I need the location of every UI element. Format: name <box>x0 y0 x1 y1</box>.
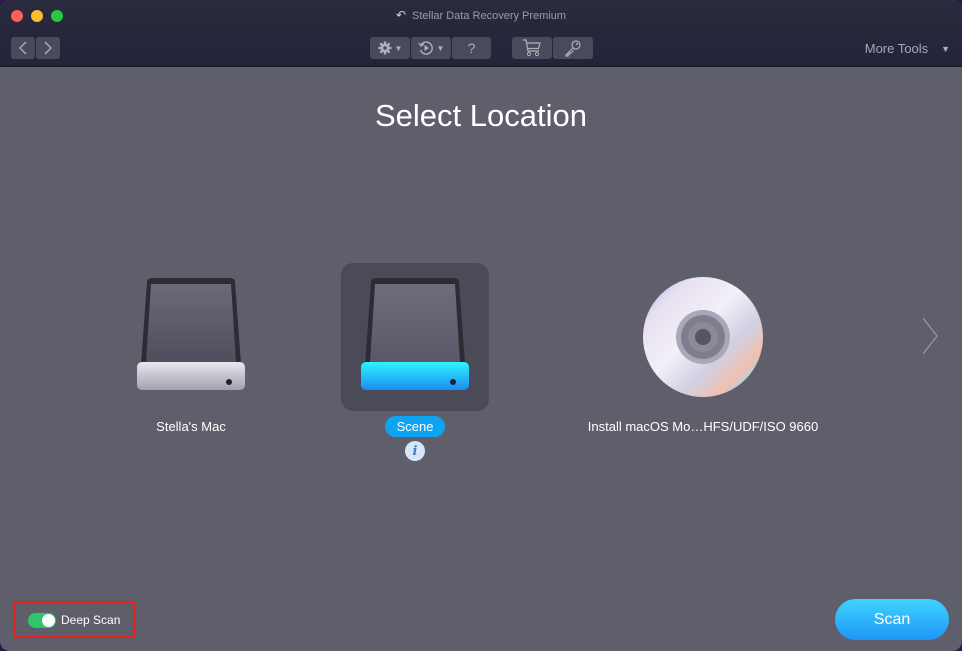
drive-item-stellas-mac[interactable]: Stella's Mac <box>117 263 265 437</box>
caret-down-icon: ▼ <box>394 43 403 53</box>
page-title: Select Location <box>375 98 587 133</box>
caret-down-icon: ▼ <box>941 43 950 54</box>
chevron-right-icon <box>922 317 938 355</box>
buy-button[interactable] <box>512 37 552 59</box>
drive-icon-container <box>117 263 265 411</box>
gear-icon <box>378 41 392 55</box>
drive-label: Install macOS Mo…HFS/UDF/ISO 9660 <box>587 419 819 434</box>
toggle-knob <box>42 614 55 627</box>
deep-scan-label: Deep Scan <box>61 613 121 627</box>
chevron-left-icon <box>19 41 27 55</box>
deep-scan-highlight: Deep Scan <box>13 601 135 638</box>
chevron-right-icon <box>44 41 52 55</box>
hard-drive-icon <box>137 278 245 390</box>
caret-down-icon: ▼ <box>436 43 445 53</box>
drive-item-scene[interactable]: Scene i <box>341 263 489 461</box>
drive-icon-container <box>629 263 777 411</box>
history-button[interactable]: ▼ <box>411 37 451 59</box>
cart-icon <box>523 39 541 57</box>
key-icon <box>565 40 581 57</box>
drive-icon-container <box>341 263 489 411</box>
undo-arrow-icon: ↶ <box>395 8 406 22</box>
settings-button[interactable]: ▼ <box>370 37 410 59</box>
help-icon: ? <box>467 40 476 56</box>
window-title: ↶ Stellar Data Recovery Premium <box>0 8 962 22</box>
info-icon[interactable]: i <box>405 441 425 461</box>
back-button[interactable] <box>11 37 35 59</box>
app-window: ↶ Stellar Data Recovery Premium ▼ ▼ ? Mo… <box>0 0 962 651</box>
forward-button[interactable] <box>36 37 60 59</box>
next-page-button[interactable] <box>920 316 940 361</box>
optical-disc-icon <box>643 277 763 397</box>
history-icon <box>417 41 433 55</box>
help-button[interactable]: ? <box>452 37 491 59</box>
activate-button[interactable] <box>553 37 593 59</box>
more-tools-menu[interactable]: More Tools ▼ <box>865 41 950 56</box>
drive-label-selected: Scene <box>384 416 446 437</box>
deep-scan-toggle[interactable] <box>28 613 56 628</box>
scan-button[interactable]: Scan <box>835 599 949 640</box>
title-bar: ↶ Stellar Data Recovery Premium ▼ ▼ ? Mo… <box>0 0 962 67</box>
drive-label: Stella's Mac <box>156 419 226 434</box>
more-tools-label: More Tools <box>864 41 929 56</box>
external-drive-icon <box>361 278 469 390</box>
window-title-text: Stellar Data Recovery Premium <box>412 10 567 22</box>
drive-item-install-macos[interactable]: Install macOS Mo…HFS/UDF/ISO 9660 <box>574 263 832 437</box>
